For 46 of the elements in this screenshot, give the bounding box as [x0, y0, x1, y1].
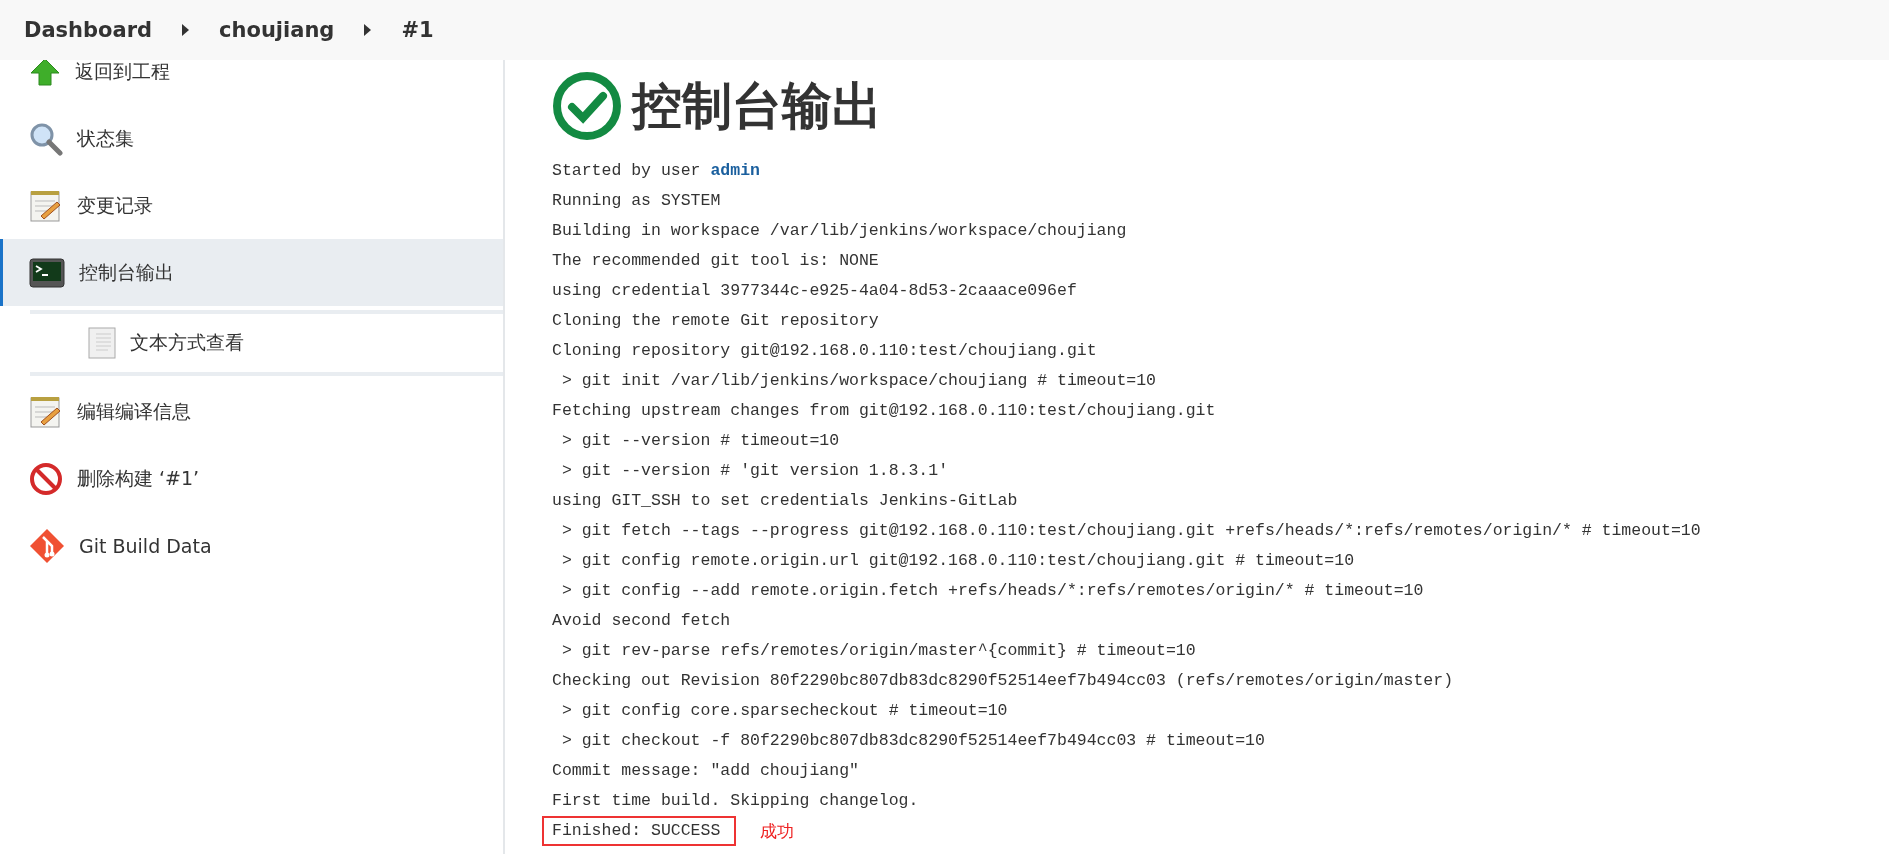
- breadcrumb-link[interactable]: #1: [401, 18, 434, 42]
- console-line: Building in workspace /var/lib/jenkins/workspace/choujiang: [552, 220, 1128, 242]
- console-line: > git config remote.origin.url git@192.168.0.110:test/choujiang.git # timeout=10: [560, 550, 1356, 572]
- console-line: > git checkout -f 80f2290bc807db83dc8290f52514eef7b494cc03 # timeout=10: [560, 730, 1266, 752]
- annotation-note: 成功: [760, 819, 795, 843]
- console-line: using GIT_SSH to set credentials Jenkins-GitLab: [552, 490, 1019, 512]
- console-line: > git --version # timeout=10: [560, 430, 841, 452]
- console-line: > git fetch --tags --progress git@192.168.0.110:test/choujiang.git +refs/heads/*:refs/remotes/origin/* # timeout=10: [560, 520, 1702, 542]
- sidebar-item[interactable]: 编辑编译信息: [0, 378, 503, 445]
- user-link[interactable]: admin: [710, 161, 760, 180]
- notepad-pencil-icon: [29, 188, 63, 223]
- console-line: Started by user admin: [552, 160, 761, 182]
- breadcrumb-link[interactable]: choujiang: [219, 18, 335, 42]
- breadcrumb-arrow-icon: [364, 24, 372, 36]
- page-title: 控制台输出: [632, 75, 882, 137]
- console-line: > git config core.sparsecheckout # timeout=10: [560, 700, 1009, 722]
- sidebar-item[interactable]: 文本方式查看: [30, 310, 503, 376]
- sidebar-item[interactable]: 变更记录: [0, 172, 503, 239]
- terminal-icon: [29, 257, 65, 288]
- console-line: > git rev-parse refs/remotes/origin/master^{commit} # timeout=10: [560, 640, 1197, 662]
- search-icon: [29, 121, 63, 156]
- sidebar-item[interactable]: 返回到工程: [0, 60, 503, 105]
- console-line: Commit message: "add choujiang": [552, 760, 860, 782]
- console-line: Avoid second fetch: [552, 610, 732, 632]
- console-line: Running as SYSTEM: [552, 190, 722, 212]
- console-line: > git config --add remote.origin.fetch +refs/heads/*:refs/remotes/origin/* # timeout=10: [560, 580, 1425, 602]
- sidebar-item[interactable]: 控制台输出: [0, 239, 503, 306]
- console-line: Checking out Revision 80f2290bc807db83dc8290f52514eef7b494cc03 (refs/remotes/origin/master): [552, 670, 1455, 692]
- up-arrow-icon: [29, 60, 61, 88]
- console-line: The recommended git tool is: NONE: [552, 250, 880, 272]
- console-line: First time build. Skipping changelog.: [552, 790, 920, 812]
- document-icon: [88, 327, 116, 359]
- sidebar-item[interactable]: 状态集: [0, 105, 503, 172]
- console-line: Cloning repository git@192.168.0.110:test/choujiang.git: [552, 340, 1098, 362]
- breadcrumb-arrow-icon: [182, 24, 190, 36]
- console-line: > git --version # 'git version 1.8.3.1': [560, 460, 950, 482]
- console-line: Cloning the remote Git repository: [552, 310, 880, 332]
- sidebar-item[interactable]: Git Build Data: [0, 512, 503, 579]
- sidebar-item[interactable]: 删除构建 ‘#1’: [0, 445, 503, 512]
- forbidden-icon: [29, 461, 63, 496]
- notepad-pencil-icon: [29, 394, 63, 429]
- console-line: Fetching upstream changes from git@192.168.0.110:test/choujiang.git: [552, 400, 1217, 422]
- breadcrumb-link[interactable]: Dashboard: [24, 18, 153, 42]
- console-line: > git init /var/lib/jenkins/workspace/choujiang # timeout=10: [560, 370, 1157, 392]
- console-line: using credential 3977344c-e925-4a04-8d53-2caaace096ef: [552, 280, 1078, 302]
- git-icon: [29, 527, 65, 564]
